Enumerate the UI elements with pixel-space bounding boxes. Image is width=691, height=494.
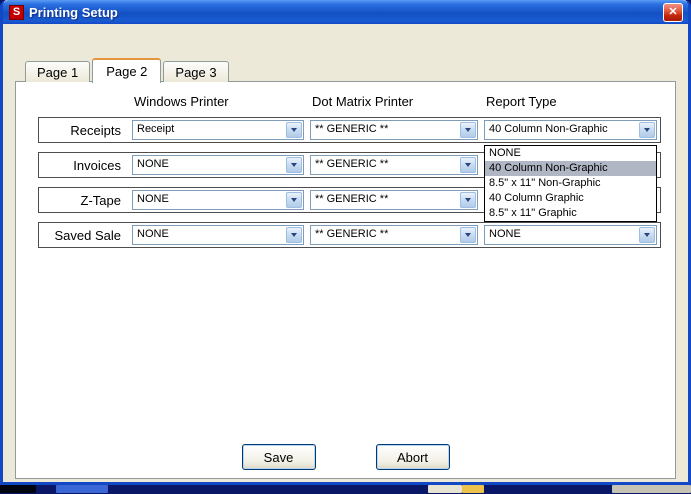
dropdown-arrow-icon[interactable] (460, 227, 476, 243)
abort-button[interactable]: Abort (375, 444, 450, 470)
taskbar-fragment (612, 485, 691, 493)
close-icon: ✕ (668, 5, 678, 18)
dropdown-arrow-icon[interactable] (460, 122, 476, 138)
window-title: Printing Setup (29, 4, 118, 20)
report-type-dropdown-list: NONE 40 Column Non-Graphic 8.5" x 11" No… (484, 145, 657, 222)
savedsale-row: Saved Sale NONE ** GENERIC ** NONE (38, 222, 661, 248)
tab-strip: Page 1 Page 2 Page 3 (15, 58, 676, 83)
dropdown-option-selected[interactable]: 40 Column Non-Graphic (485, 161, 656, 176)
dropdown-arrow-icon[interactable] (286, 122, 302, 138)
save-button[interactable]: Save (241, 444, 316, 470)
taskbar-fragment (428, 485, 462, 493)
receipts-dot-matrix-select[interactable]: ** GENERIC ** (310, 120, 478, 140)
dropdown-option[interactable]: 8.5" x 11" Non-Graphic (485, 176, 656, 191)
row-label-receipts: Receipts (70, 122, 121, 138)
dropdown-option[interactable]: NONE (485, 146, 656, 161)
combo-value: ** GENERIC ** (315, 228, 389, 240)
combo-value: Receipt (137, 123, 175, 135)
receipts-report-type-select[interactable]: 40 Column Non-Graphic (484, 120, 657, 140)
close-button[interactable]: ✕ (663, 2, 683, 22)
dropdown-arrow-icon[interactable] (286, 227, 302, 243)
combo-value: NONE (137, 228, 169, 240)
tab-page-1[interactable]: Page 1 (25, 61, 91, 82)
savedsale-windows-printer-select[interactable]: NONE (132, 225, 304, 245)
tab-page-2[interactable]: Page 2 (92, 58, 162, 83)
combo-value: NONE (137, 158, 169, 170)
column-header-dot-matrix: Dot Matrix Printer (312, 94, 414, 109)
column-header-report-type: Report Type (486, 94, 557, 109)
dropdown-arrow-icon[interactable] (286, 157, 302, 173)
invoices-dot-matrix-select[interactable]: ** GENERIC ** (310, 155, 478, 175)
tab-page-3[interactable]: Page 3 (163, 61, 229, 82)
combo-value: NONE (137, 193, 169, 205)
dropdown-arrow-icon[interactable] (460, 157, 476, 173)
dropdown-arrow-icon[interactable] (639, 227, 655, 243)
printing-setup-window: S Printing Setup ✕ Page 1 Page 2 Page 3 … (0, 0, 691, 485)
taskbar-fragment (462, 485, 484, 493)
column-headers: Windows Printer Dot Matrix Printer Repor… (38, 94, 661, 109)
row-label-invoices: Invoices (73, 157, 121, 173)
savedsale-dot-matrix-select[interactable]: ** GENERIC ** (310, 225, 478, 245)
row-label-ztape: Z-Tape (80, 192, 121, 208)
desktop-taskbar-strip (0, 484, 691, 494)
invoices-windows-printer-select[interactable]: NONE (132, 155, 304, 175)
dropdown-arrow-icon[interactable] (460, 192, 476, 208)
dialog-body: Page 1 Page 2 Page 3 Windows Printer Dot… (3, 24, 688, 482)
dropdown-option[interactable]: 8.5" x 11" Graphic (485, 206, 656, 221)
row-label-savedsale: Saved Sale (54, 227, 122, 243)
dropdown-arrow-icon[interactable] (639, 122, 655, 138)
ztape-windows-printer-select[interactable]: NONE (132, 190, 304, 210)
app-icon: S (9, 4, 24, 20)
title-bar[interactable]: S Printing Setup ✕ (3, 0, 688, 24)
dropdown-arrow-icon[interactable] (286, 192, 302, 208)
tab-page-content: Windows Printer Dot Matrix Printer Repor… (15, 81, 676, 479)
button-row: Save Abort (16, 444, 675, 470)
taskbar-fragment (56, 485, 108, 493)
column-header-windows-printer: Windows Printer (134, 94, 229, 109)
savedsale-report-type-select[interactable]: NONE (484, 225, 657, 245)
combo-value: ** GENERIC ** (315, 193, 389, 205)
combo-value: NONE (489, 228, 521, 240)
receipts-row: Receipts Receipt ** GENERIC ** 40 Column… (38, 117, 661, 143)
taskbar-fragment (0, 485, 36, 493)
combo-value: ** GENERIC ** (315, 158, 389, 170)
receipts-windows-printer-select[interactable]: Receipt (132, 120, 304, 140)
combo-value: 40 Column Non-Graphic (489, 123, 608, 135)
combo-value: ** GENERIC ** (315, 123, 389, 135)
dropdown-option[interactable]: 40 Column Graphic (485, 191, 656, 206)
ztape-dot-matrix-select[interactable]: ** GENERIC ** (310, 190, 478, 210)
